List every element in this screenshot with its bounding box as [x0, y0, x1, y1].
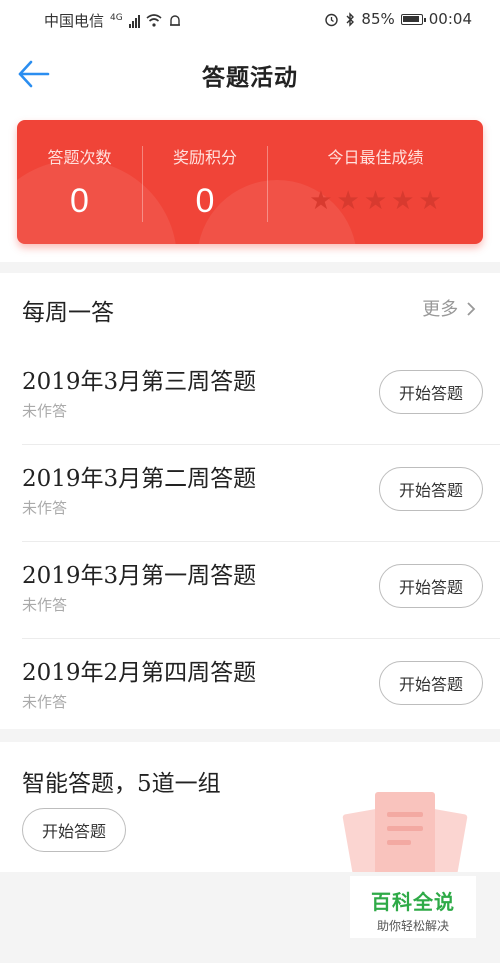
more-label: 更多 — [422, 299, 459, 320]
star-icon: ★ — [391, 186, 415, 216]
quiz-item: 2019年3月第一周答题 未作答 开始答题 — [0, 542, 500, 639]
clock: 00:04 — [428, 10, 472, 28]
attempts-label: 答题次数 — [47, 148, 112, 167]
section-title: 智能答题，5道一组 — [22, 771, 221, 797]
quiz-item: 2019年3月第二周答题 未作答 开始答题 — [0, 445, 500, 542]
status-bar: 中国电信 4G 85% 00:04 — [0, 0, 500, 40]
network-label: 4G — [110, 12, 123, 23]
carrier-label: 中国电信 — [44, 12, 105, 30]
stats-card: 答题次数 0 奖励积分 0 今日最佳成绩 ★ ★ ★ ★ ★ — [17, 120, 483, 244]
page-title: 答题活动 — [202, 65, 298, 91]
wifi-icon — [146, 14, 162, 27]
more-link[interactable]: 更多 — [422, 295, 476, 321]
quiz-status: 未作答 — [22, 402, 68, 420]
weekly-quiz-section: 每周一答 更多 2019年3月第三周答题 未作答 开始答题 2019年3月第二周… — [0, 273, 500, 729]
quiz-item: 2019年3月第三周答题 未作答 开始答题 — [0, 348, 500, 445]
quiz-status: 未作答 — [22, 596, 68, 614]
watermark-title: 百科全说 — [371, 890, 455, 914]
best-score-label: 今日最佳成绩 — [327, 148, 424, 167]
star-icon: ★ — [418, 186, 442, 216]
points-value: 0 — [195, 182, 215, 220]
quiz-paper-illustration — [340, 792, 470, 872]
star-icon: ★ — [309, 186, 333, 216]
points-stat: 奖励积分 0 — [143, 120, 267, 244]
notification-icon — [169, 14, 180, 26]
bluetooth-icon — [346, 11, 355, 27]
smart-quiz-section: 智能答题，5道一组 开始答题 — [0, 742, 500, 872]
battery-icon — [400, 13, 426, 25]
quiz-title: 2019年3月第一周答题 — [22, 563, 257, 589]
start-quiz-button[interactable]: 开始答题 — [379, 661, 483, 705]
nav-bar: 答题活动 — [0, 40, 500, 108]
attempts-stat: 答题次数 0 — [17, 120, 142, 244]
star-rating: ★ ★ ★ ★ ★ — [268, 186, 483, 216]
battery-percent: 85% — [361, 10, 395, 28]
start-quiz-button[interactable]: 开始答题 — [379, 564, 483, 608]
alarm-icon — [325, 13, 339, 26]
section-title: 每周一答 — [22, 300, 114, 326]
start-smart-quiz-button[interactable]: 开始答题 — [22, 808, 126, 852]
watermark-logo: 百科全说 助你轻松解决 — [350, 876, 476, 938]
quiz-status: 未作答 — [22, 499, 68, 517]
quiz-title: 2019年2月第四周答题 — [22, 660, 257, 686]
quiz-title: 2019年3月第二周答题 — [22, 466, 257, 492]
points-label: 奖励积分 — [172, 148, 237, 167]
watermark-subtitle: 助你轻松解决 — [376, 919, 449, 933]
star-icon: ★ — [363, 186, 388, 216]
chevron-right-icon — [467, 302, 476, 316]
star-icon: ★ — [336, 186, 360, 216]
start-quiz-button[interactable]: 开始答题 — [379, 370, 483, 414]
quiz-item: 2019年2月第四周答题 未作答 开始答题 — [0, 639, 500, 736]
best-score-stat: 今日最佳成绩 ★ ★ ★ ★ ★ — [268, 120, 483, 244]
quiz-title: 2019年3月第三周答题 — [22, 369, 257, 395]
start-quiz-button[interactable]: 开始答题 — [379, 467, 483, 511]
signal-icon — [128, 14, 140, 28]
attempts-value: 0 — [70, 182, 89, 220]
quiz-status: 未作答 — [22, 693, 68, 711]
